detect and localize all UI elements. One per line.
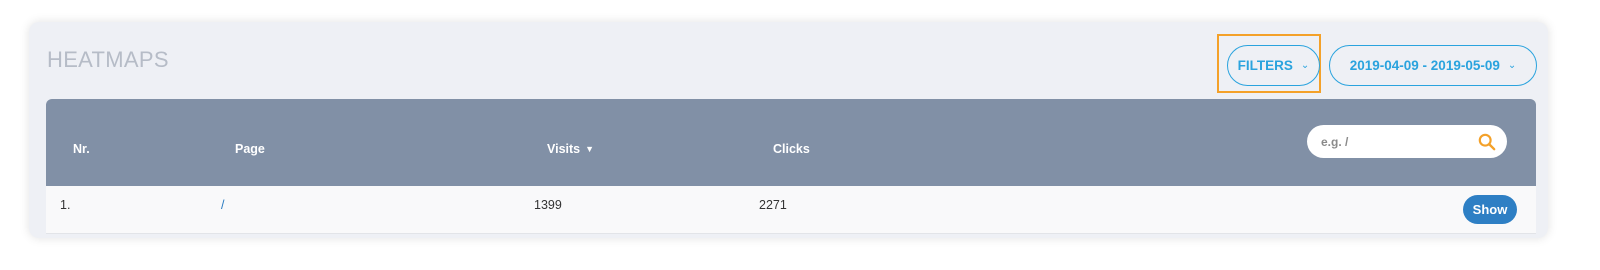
column-header-nr[interactable]: Nr. <box>73 142 90 156</box>
cell-visits: 1399 <box>534 198 562 212</box>
cell-page-link[interactable]: / <box>221 198 224 212</box>
search-icon[interactable] <box>1478 133 1496 151</box>
table-search <box>1307 125 1507 158</box>
cell-clicks: 2271 <box>759 198 787 212</box>
show-button[interactable]: Show <box>1463 195 1517 224</box>
column-header-clicks[interactable]: Clicks <box>773 142 810 156</box>
cell-nr: 1. <box>60 198 71 212</box>
filters-button[interactable]: FILTERS ⌄ <box>1227 45 1320 86</box>
table-row: 1. / 1399 2271 Show <box>46 186 1536 234</box>
column-header-visits[interactable]: Visits ▼ <box>547 142 594 156</box>
column-header-page[interactable]: Page <box>235 142 265 156</box>
date-range-button[interactable]: 2019-04-09 - 2019-05-09 ⌄ <box>1329 45 1537 86</box>
heatmaps-panel: HEATMAPS FILTERS ⌄ 2019-04-09 - 2019-05-… <box>29 22 1548 238</box>
date-range-label: 2019-04-09 - 2019-05-09 <box>1349 58 1500 73</box>
sort-down-icon: ▼ <box>585 144 595 154</box>
page-title: HEATMAPS <box>47 47 169 72</box>
chevron-down-icon: ⌄ <box>1300 60 1310 71</box>
chevron-down-icon: ⌄ <box>1507 60 1517 71</box>
filters-label: FILTERS <box>1237 58 1293 73</box>
search-input[interactable] <box>1319 133 1478 150</box>
table-header: Nr. Page Visits ▼ Clicks <box>46 99 1536 186</box>
